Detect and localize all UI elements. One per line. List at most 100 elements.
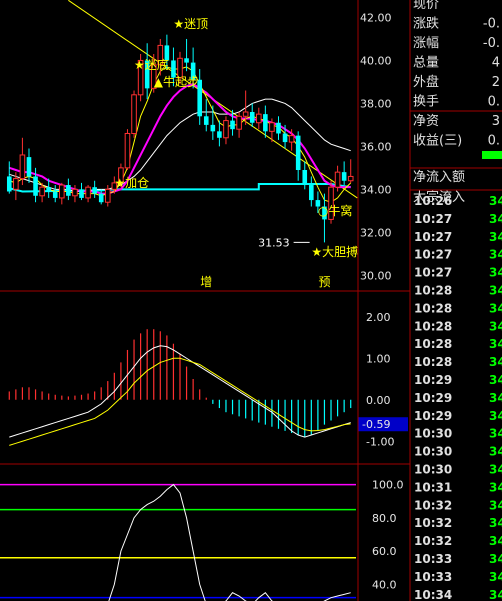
tick-row[interactable]: 10:30 34 [414, 427, 502, 441]
candle-body [302, 170, 308, 186]
candle[interactable] [309, 176, 314, 207]
tick-row[interactable]: 10:33 34 [414, 570, 502, 584]
tick-row[interactable]: 10:27 34 [414, 266, 502, 280]
tick-row[interactable]: 10:27 34 [414, 230, 502, 244]
tick-price: 34 [489, 427, 502, 441]
tick-row[interactable]: 10:28 34 [414, 301, 502, 315]
tick-row[interactable]: 10:27 34 [414, 212, 502, 226]
quote-row[interactable]: 换手 0. [413, 95, 500, 110]
tick-row[interactable]: 10:28 34 [414, 284, 502, 298]
tick-row[interactable]: 10:30 34 [414, 445, 502, 459]
candle[interactable] [217, 120, 222, 147]
candle-body [236, 115, 242, 130]
tick-price: 34 [489, 355, 502, 369]
tick-row[interactable]: 10:29 34 [414, 409, 502, 423]
tick-price: 34 [489, 409, 502, 423]
macd-panel[interactable]: 2.00 1.00 0.00 -1.00 -0.59 [8, 311, 408, 449]
quote-value: 0. [488, 134, 500, 149]
candle[interactable] [131, 90, 137, 138]
tick-row[interactable]: 10:31 34 [414, 480, 502, 494]
quote-row[interactable]: 涨跌 -0. [413, 16, 500, 32]
tick-row[interactable]: 10:29 34 [414, 373, 502, 387]
quote-label: 涨跌 [413, 16, 439, 32]
candle-body [334, 171, 341, 188]
tick-price: 34 [489, 480, 502, 494]
flow-bar [482, 151, 502, 159]
tick-row[interactable]: 10:32 34 [414, 534, 502, 548]
candle[interactable] [203, 99, 209, 132]
candle[interactable] [276, 116, 281, 140]
quote-row[interactable]: 净资 3 [413, 114, 500, 129]
tick-row[interactable]: 10:29 34 [414, 391, 502, 405]
quote-row[interactable]: 涨幅 -0. [413, 36, 500, 51]
tick-row[interactable]: 10:27 34 [414, 248, 502, 262]
tick-price: 34 [489, 266, 502, 280]
tick-row[interactable]: 10:32 34 [414, 498, 502, 512]
candle[interactable] [6, 161, 12, 194]
quote-value: 4 [492, 56, 500, 71]
candle[interactable] [59, 182, 65, 205]
quote-value: 0. [488, 95, 500, 110]
candle[interactable] [334, 165, 341, 192]
candle[interactable] [223, 116, 229, 145]
signal-marker: 预 [318, 275, 330, 289]
indicator-panel[interactable]: 100.0 80.0 60.0 40.0 [0, 479, 404, 601]
quote-label: 涨幅 [413, 36, 439, 51]
candle[interactable] [347, 159, 354, 183]
quote-row[interactable]: 收益(三) 0. [413, 134, 500, 149]
tick-row[interactable]: 10:30 34 [414, 463, 502, 477]
candle[interactable] [98, 189, 104, 205]
tick-time: 10:33 [414, 552, 452, 566]
candle[interactable] [184, 38, 189, 72]
tick-price: 34 [489, 570, 502, 584]
candle-body [19, 154, 26, 180]
tick-time: 10:30 [414, 427, 452, 441]
price-axis-label: 36.00 [360, 140, 392, 153]
candle-body [46, 187, 51, 192]
tick-time: 10:29 [414, 391, 452, 405]
tick-row[interactable]: 10:34 34 [414, 588, 502, 601]
price-panel[interactable]: 42.00 40.00 38.00 36.00 34.00 32.00 30.00 ★迷顶 ★迷… [6, 0, 392, 289]
candle[interactable] [92, 180, 97, 198]
quote-row[interactable]: 外盘 2 [413, 74, 500, 90]
candle[interactable] [210, 105, 216, 140]
candle[interactable] [104, 185, 111, 207]
price-axis-label: 40.00 [360, 54, 392, 67]
quote-value: 3 [492, 114, 500, 129]
flow-row[interactable]: 净流入额 [413, 170, 465, 185]
candle[interactable] [302, 161, 308, 190]
candle[interactable] [26, 148, 32, 183]
candle-body [26, 157, 32, 177]
tick-row[interactable]: 10:33 34 [414, 552, 502, 566]
candle[interactable] [341, 161, 347, 186]
tick-price: 34 [489, 534, 502, 548]
quote-panel[interactable]: 现价涨跌 -0.涨幅 -0.总量 4外盘 2换手 0.净资 3收益(三) 0.净流入额大宗流入… [410, 0, 502, 601]
tick-row[interactable]: 10:28 34 [414, 355, 502, 369]
candle[interactable] [79, 182, 84, 201]
candle[interactable] [19, 137, 26, 186]
tick-price: 34 [489, 552, 502, 566]
annotation-label: ▲牛起步 [154, 74, 199, 89]
candle[interactable] [249, 103, 255, 128]
candle[interactable] [66, 178, 71, 201]
candle[interactable] [255, 107, 262, 130]
candle[interactable] [72, 185, 78, 203]
tick-row[interactable]: 10:28 34 [414, 319, 502, 333]
tick-time: 10:28 [414, 319, 452, 333]
quote-row[interactable]: 现价 [413, 0, 439, 12]
indicator-axis-label: 60.0 [372, 545, 397, 558]
chart-area[interactable]: 42.0040.0038.0036.0034.0032.0030.00★迷顶★迷… [0, 0, 502, 601]
tick-row[interactable]: 10:32 34 [414, 516, 502, 530]
candle-body [6, 176, 12, 192]
candle[interactable] [85, 185, 91, 203]
tick-row[interactable]: 10:28 34 [414, 337, 502, 351]
price-axis-label: 42.00 [360, 11, 392, 24]
candle[interactable] [263, 105, 268, 138]
tick-price: 34 [489, 391, 502, 405]
candle[interactable] [295, 131, 301, 181]
candle[interactable] [124, 129, 131, 170]
quote-row[interactable]: 总量 4 [413, 56, 500, 71]
candle[interactable] [52, 185, 58, 203]
candle[interactable] [236, 112, 242, 138]
tick-price: 34 [489, 588, 502, 601]
